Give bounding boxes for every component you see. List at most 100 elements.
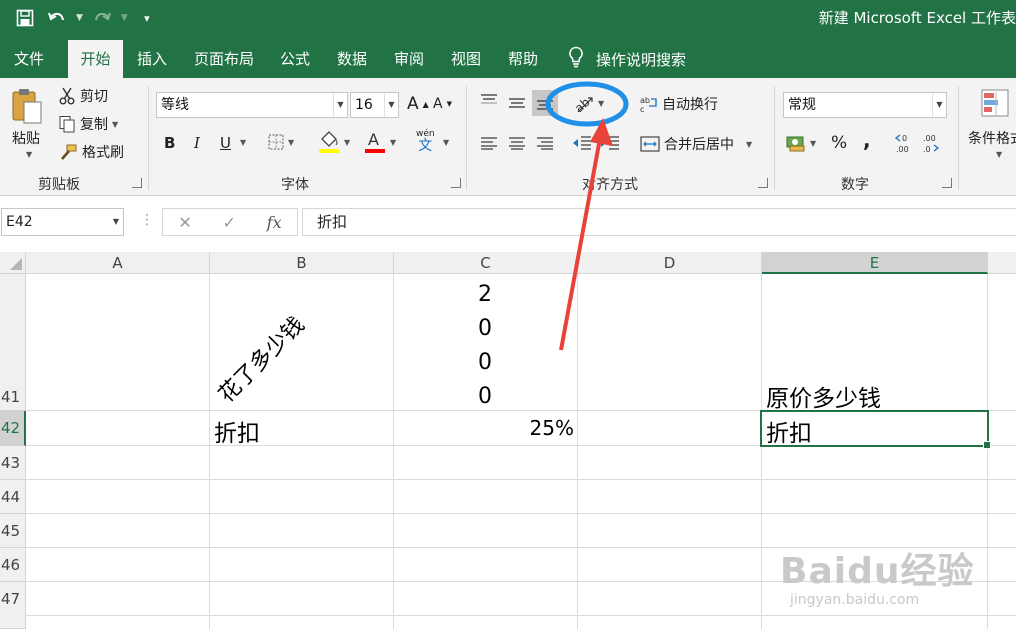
copy-dropdown-icon[interactable]: ▼ (112, 120, 118, 129)
bottom-align-button[interactable] (532, 90, 558, 116)
tab-data[interactable]: 数据 (329, 40, 375, 78)
accounting-dropdown-icon[interactable]: ▼ (810, 139, 816, 148)
increase-indent-button[interactable] (600, 135, 620, 151)
number-format-combo[interactable]: 常规 ▼ (783, 92, 947, 118)
cancel-icon[interactable]: ✕ (178, 213, 191, 232)
enter-icon[interactable]: ✓ (223, 213, 236, 232)
number-group-label: 数字 (841, 177, 869, 193)
italic-button[interactable]: I (194, 134, 200, 152)
conditional-formatting-label[interactable]: 条件格式 (968, 128, 1016, 148)
tab-page-layout[interactable]: 页面布局 (186, 40, 262, 78)
underline-dropdown-icon[interactable]: ▼ (240, 138, 246, 147)
phonetic-guide-button[interactable]: wén 文 (416, 130, 435, 154)
formula-buttons: ✕ ✓ fx (162, 208, 298, 236)
insert-function-icon[interactable]: fx (267, 213, 282, 232)
paste-label[interactable]: 粘贴 (12, 128, 40, 148)
font-color-dropdown-icon[interactable]: ▼ (390, 138, 396, 147)
tab-insert[interactable]: 插入 (129, 40, 175, 78)
increase-decimal-button[interactable]: 0.00 (894, 132, 914, 157)
cell-c42[interactable]: 25% (394, 416, 574, 440)
tab-help[interactable]: 帮助 (500, 40, 546, 78)
decrease-decimal-button[interactable]: .00.0 (922, 132, 942, 158)
conditional-formatting-icon[interactable] (980, 88, 1010, 118)
merge-center-button[interactable]: 合并后居中 ▼ (640, 134, 752, 154)
merge-dropdown-icon[interactable]: ▼ (746, 140, 752, 149)
font-launcher-icon[interactable] (451, 178, 461, 188)
chevron-down-icon[interactable]: ▼ (333, 93, 347, 117)
tab-formulas[interactable]: 公式 (272, 40, 318, 78)
font-name-combo[interactable]: 等线 ▼ (156, 92, 348, 118)
percent-style-button[interactable]: % (831, 133, 847, 153)
decrease-font-size-button[interactable]: A ▼ (433, 96, 452, 112)
borders-dropdown-icon[interactable]: ▼ (288, 138, 294, 147)
decrease-indent-button[interactable] (572, 135, 592, 151)
column-header-f[interactable] (988, 252, 1016, 274)
row-header-42[interactable]: 42 (0, 411, 26, 446)
clipboard-launcher-icon[interactable] (132, 178, 142, 188)
tab-review[interactable]: 审阅 (386, 40, 432, 78)
cell-c41[interactable]: 2 0 0 0 (474, 278, 496, 414)
number-launcher-icon[interactable] (942, 178, 952, 188)
row-header-43[interactable]: 43 (0, 446, 26, 480)
alignment-group-label: 对齐方式 (582, 177, 638, 193)
orientation-button[interactable]: ab ▼ (572, 92, 604, 114)
cell-e41[interactable]: 原价多少钱 (766, 379, 881, 413)
save-icon[interactable] (12, 5, 38, 31)
formula-input[interactable]: 折扣 (302, 208, 1016, 236)
align-left-button[interactable] (480, 136, 498, 150)
chevron-down-icon[interactable]: ▼ (384, 93, 398, 117)
column-header-b[interactable]: B (210, 252, 394, 274)
cell-b41[interactable]: 花了多少钱 (210, 308, 310, 408)
phonetic-dropdown-icon[interactable]: ▼ (443, 138, 449, 147)
increase-font-size-button[interactable]: A ▲ (407, 94, 429, 114)
fill-color-dropdown-icon[interactable]: ▼ (344, 138, 350, 147)
undo-icon[interactable] (44, 5, 70, 31)
middle-align-button[interactable] (508, 96, 526, 110)
row-header-41[interactable]: 41 (0, 274, 26, 411)
column-header-a[interactable]: A (26, 252, 210, 274)
cell-b42[interactable]: 折扣 (214, 414, 260, 448)
paste-button[interactable] (10, 86, 44, 130)
grid-line (26, 513, 1016, 514)
row-header-46[interactable]: 46 (0, 548, 26, 582)
tab-file[interactable]: 文件 (0, 40, 58, 78)
name-box[interactable]: E42 ▼ (1, 208, 124, 236)
conditional-formatting-dropdown-icon[interactable]: ▼ (996, 150, 1002, 159)
font-size-combo[interactable]: 16 ▼ (350, 92, 399, 118)
redo-dropdown-icon[interactable]: ▼ (121, 13, 128, 23)
align-right-button[interactable] (536, 136, 554, 150)
row-header-44[interactable]: 44 (0, 480, 26, 514)
fill-color-button[interactable]: ▼ (318, 130, 350, 154)
column-header-d[interactable]: D (578, 252, 762, 274)
chevron-down-icon[interactable]: ▼ (932, 93, 946, 117)
column-header-c[interactable]: C (394, 252, 578, 274)
paste-dropdown-icon[interactable]: ▼ (26, 150, 32, 159)
underline-button[interactable]: U (220, 134, 231, 152)
copy-button[interactable]: 复制 ▼ (58, 114, 118, 134)
row-header-45[interactable]: 45 (0, 514, 26, 548)
column-header-e[interactable]: E (762, 252, 988, 274)
orientation-dropdown-icon[interactable]: ▼ (598, 99, 604, 108)
tab-view[interactable]: 视图 (443, 40, 489, 78)
formula-bar-grip[interactable]: ⋮ (140, 212, 154, 228)
undo-dropdown-icon[interactable]: ▼ (76, 13, 83, 23)
tell-me-search[interactable]: 操作说明搜索 (568, 40, 686, 78)
select-all-button[interactable] (0, 252, 26, 274)
format-painter-button[interactable]: 格式刷 (58, 142, 124, 162)
borders-button[interactable]: ▼ (268, 134, 294, 150)
bold-button[interactable]: B (164, 134, 175, 152)
number-format-value: 常规 (788, 97, 816, 113)
comma-style-button[interactable]: , (863, 128, 871, 152)
font-color-button[interactable]: A ▼ (364, 130, 396, 154)
alignment-launcher-icon[interactable] (758, 178, 768, 188)
chevron-down-icon[interactable]: ▼ (113, 209, 119, 235)
row-header-47[interactable]: 47 (0, 582, 26, 629)
align-center-button[interactable] (508, 136, 526, 150)
accounting-format-button[interactable]: ▼ (786, 134, 816, 152)
redo-icon[interactable] (89, 5, 115, 31)
wrap-text-button[interactable]: ab c 自动换行 (640, 94, 718, 114)
customize-qat-icon[interactable]: ▾ (134, 5, 160, 31)
tab-home[interactable]: 开始 (68, 40, 123, 78)
top-align-button[interactable] (480, 94, 498, 108)
cut-button[interactable]: 剪切 (58, 86, 108, 106)
